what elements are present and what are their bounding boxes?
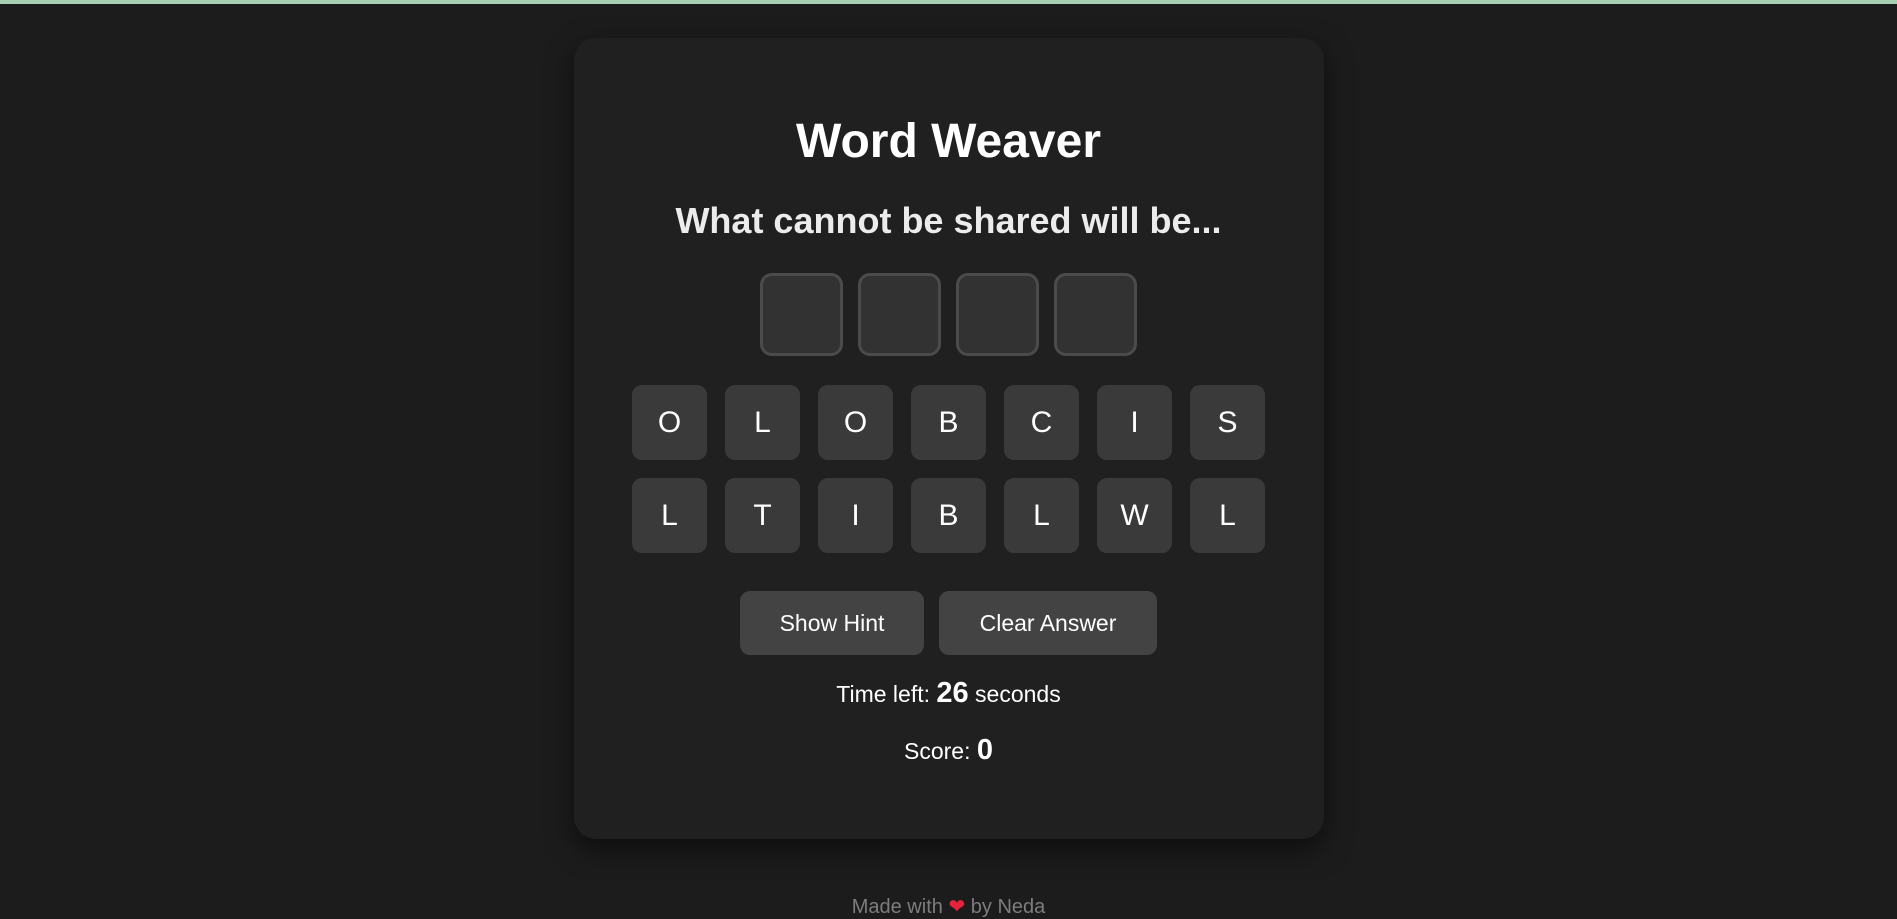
- heart-icon: ❤: [948, 896, 966, 918]
- letter-tile[interactable]: W: [1097, 478, 1172, 553]
- footer: Made with ❤ by Neda: [0, 894, 1897, 919]
- letter-tile[interactable]: L: [1004, 478, 1079, 553]
- footer-suffix: by Neda: [970, 896, 1046, 918]
- answer-slot[interactable]: [760, 273, 843, 356]
- clue-text: What cannot be shared will be...: [675, 200, 1222, 241]
- browser-top-strip: [0, 0, 1897, 4]
- letter-tile[interactable]: B: [911, 478, 986, 553]
- letter-tile[interactable]: S: [1190, 385, 1265, 460]
- letter-tiles: O L O B C I S L T I B L W L: [632, 385, 1265, 553]
- score: Score: 0: [0, 734, 1897, 767]
- score-value: 0: [976, 734, 993, 766]
- letter-tile[interactable]: O: [632, 385, 707, 460]
- letter-tile[interactable]: T: [725, 478, 800, 553]
- answer-slots: [0, 273, 1897, 356]
- letter-tile[interactable]: I: [818, 478, 893, 553]
- letter-tile[interactable]: B: [911, 385, 986, 460]
- answer-slot[interactable]: [956, 273, 1039, 356]
- score-label: Score:: [903, 738, 971, 764]
- letter-tile[interactable]: I: [1097, 385, 1172, 460]
- letter-tile[interactable]: C: [1004, 385, 1079, 460]
- letter-tile[interactable]: L: [1190, 478, 1265, 553]
- timer: Time left: 26 seconds: [0, 677, 1897, 710]
- answer-slot[interactable]: [858, 273, 941, 356]
- game-title: Word Weaver: [796, 115, 1101, 168]
- show-hint-button[interactable]: Show Hint: [740, 591, 924, 655]
- letter-tile[interactable]: L: [632, 478, 707, 553]
- clear-answer-button[interactable]: Clear Answer: [939, 591, 1157, 655]
- footer-prefix: Made with: [851, 896, 943, 918]
- letter-tile[interactable]: L: [725, 385, 800, 460]
- answer-slot[interactable]: [1054, 273, 1137, 356]
- timer-unit: seconds: [975, 681, 1061, 707]
- timer-label: Time left:: [836, 681, 930, 707]
- timer-value: 26: [936, 677, 969, 709]
- letter-tile[interactable]: O: [818, 385, 893, 460]
